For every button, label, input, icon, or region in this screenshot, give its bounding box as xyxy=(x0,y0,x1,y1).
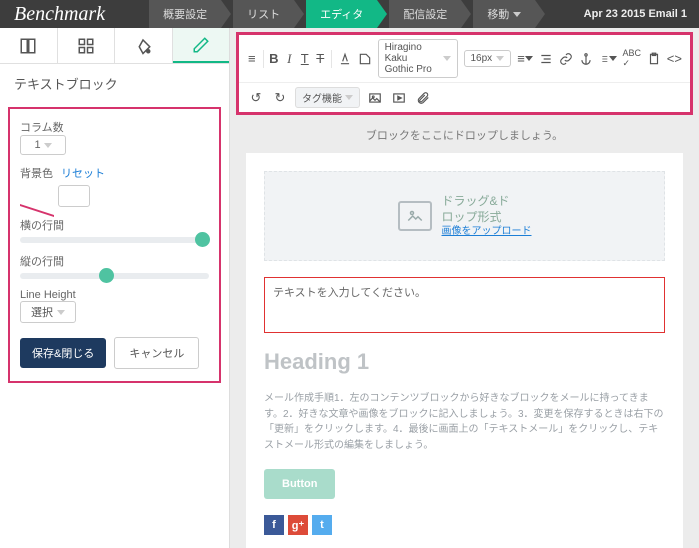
tag-menu[interactable]: タグ機能 xyxy=(295,87,360,108)
bg-reset-link[interactable]: リセット xyxy=(61,165,105,181)
bg-none-swatch[interactable] xyxy=(20,187,50,205)
social-block: f g⁺ t xyxy=(264,515,665,535)
lh-label: Line Height xyxy=(20,289,209,301)
layout-icon xyxy=(19,37,37,55)
img-drop-line1: ドラッグ&ド xyxy=(442,194,532,210)
image-button[interactable] xyxy=(366,89,384,107)
left-tabs xyxy=(0,28,229,64)
code-button[interactable]: <> xyxy=(667,50,682,68)
redo-button[interactable]: ↻ xyxy=(271,89,289,107)
columns-label: コラム数 xyxy=(20,119,209,135)
font-color-button[interactable] xyxy=(338,50,352,68)
img-drop-line2: ロップ形式 xyxy=(442,210,532,226)
video-button[interactable] xyxy=(390,89,408,107)
step-nav: 概要設定 リスト エディタ 配信設定 移動 xyxy=(149,0,547,28)
columns-select[interactable]: 1 xyxy=(20,135,66,155)
italic-button[interactable]: I xyxy=(285,50,295,68)
rich-text-toolbar: ≡ B I T T Hiragino Kaku Gothic Pro 16px … xyxy=(236,32,693,115)
grid-icon xyxy=(77,37,95,55)
panel-body: コラム数 1 背景色 リセット 横の行間 xyxy=(8,107,221,383)
pencil-icon xyxy=(192,36,210,54)
font-size-select[interactable]: 16px xyxy=(464,50,512,67)
tab-layouts[interactable] xyxy=(58,28,116,63)
step-list[interactable]: リスト xyxy=(233,0,294,28)
menu-icon[interactable]: ≡ xyxy=(247,50,257,68)
image-icon xyxy=(398,201,432,231)
facebook-icon[interactable]: f xyxy=(264,515,284,535)
bg-label: 背景色 xyxy=(20,165,53,181)
paste-button[interactable] xyxy=(647,50,661,68)
align-button[interactable]: ≡ xyxy=(517,50,533,68)
chevron-down-icon xyxy=(496,56,504,61)
step-summary[interactable]: 概要設定 xyxy=(149,0,221,28)
link-button[interactable] xyxy=(559,50,573,68)
tab-edit[interactable] xyxy=(173,28,230,63)
tab-blocks[interactable] xyxy=(0,28,58,63)
bg-color-button[interactable] xyxy=(358,50,372,68)
img-upload-link[interactable]: 画像をアップロード xyxy=(442,225,532,238)
list-button[interactable] xyxy=(599,50,617,68)
email-name[interactable]: Apr 23 2015 Email 1 xyxy=(572,0,699,28)
heading-block[interactable]: Heading 1 xyxy=(264,349,665,375)
save-close-button[interactable]: 保存&閉じる xyxy=(20,338,106,368)
strike-button[interactable]: T xyxy=(316,50,326,68)
panel-title: テキストブロック xyxy=(0,64,229,101)
anchor-button[interactable] xyxy=(579,50,593,68)
lh-select[interactable]: 選択 xyxy=(20,301,76,323)
paint-bucket-icon xyxy=(134,37,152,55)
chevron-down-icon xyxy=(345,95,353,100)
twitter-icon[interactable]: t xyxy=(312,515,332,535)
drop-hint: ブロックをここにドロップしましょう。 xyxy=(230,117,699,149)
hpad-slider[interactable] xyxy=(20,237,209,243)
step-delivery[interactable]: 配信設定 xyxy=(389,0,461,28)
topbar: Benchmark 概要設定 リスト エディタ 配信設定 移動 Apr 23 2… xyxy=(0,0,699,28)
tab-styles[interactable] xyxy=(115,28,173,63)
chevron-down-icon xyxy=(44,143,52,148)
chevron-down-icon xyxy=(443,56,451,61)
chevron-down-icon xyxy=(57,310,65,315)
email-canvas: ドラッグ&ド ロップ形式 画像をアップロード テキストを入力してください。 He… xyxy=(246,153,683,548)
undo-button[interactable]: ↺ xyxy=(247,89,265,107)
indent-button[interactable] xyxy=(539,50,553,68)
googleplus-icon[interactable]: g⁺ xyxy=(288,515,308,535)
underline-button[interactable]: T xyxy=(300,50,310,68)
cta-button-block[interactable]: Button xyxy=(264,469,335,499)
left-panel: テキストブロック コラム数 1 背景色 リセット xyxy=(0,28,230,548)
chevron-down-icon xyxy=(513,12,521,17)
vpad-label: 縦の行間 xyxy=(20,253,209,269)
bold-button[interactable]: B xyxy=(269,50,279,68)
text-block-editor[interactable]: テキストを入力してください。 xyxy=(264,277,665,333)
image-drop-block[interactable]: ドラッグ&ド ロップ形式 画像をアップロード xyxy=(264,171,665,261)
attachment-button[interactable] xyxy=(414,89,432,107)
bg-color-swatch[interactable] xyxy=(58,185,90,207)
spellcheck-button[interactable]: ABC✓ xyxy=(623,50,641,68)
cancel-button[interactable]: キャンセル xyxy=(114,337,199,369)
font-family-select[interactable]: Hiragino Kaku Gothic Pro xyxy=(378,39,458,78)
step-move[interactable]: 移動 xyxy=(473,0,535,28)
hpad-label: 横の行間 xyxy=(20,217,209,233)
step-editor[interactable]: エディタ xyxy=(306,0,377,28)
editor-area: ≡ B I T T Hiragino Kaku Gothic Pro 16px … xyxy=(230,28,699,548)
logo: Benchmark xyxy=(0,0,119,28)
body-text-block[interactable]: メール作成手順1．左のコンテンツブロックから好きなブロックをメールに持ってきます… xyxy=(264,391,665,453)
vpad-slider[interactable] xyxy=(20,273,209,279)
